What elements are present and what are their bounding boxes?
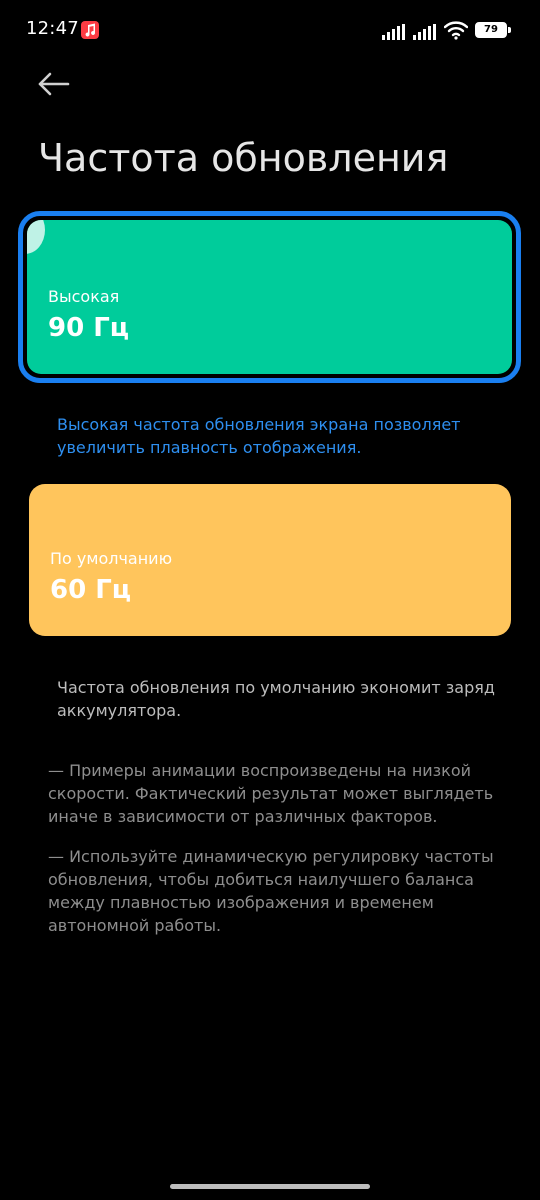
option-default-refresh-card[interactable]: По умолчанию 60 Гц <box>29 484 511 636</box>
battery-tip <box>508 27 511 33</box>
option-default-label: По умолчанию <box>50 549 173 568</box>
note-dynamic-refresh: — Используйте динамическую регулировку ч… <box>48 847 494 935</box>
cellular-signal-icon <box>413 24 438 40</box>
option-high-description: Высокая частота обновления экрана позвол… <box>57 415 461 457</box>
note-animation-speed: — Примеры анимации воспроизведены на низ… <box>48 761 494 826</box>
status-time: 12:47 <box>26 18 79 39</box>
page-title: Частота обновления <box>38 136 449 180</box>
music-app-icon <box>81 21 99 39</box>
back-arrow-icon <box>38 72 70 96</box>
animation-glow <box>27 220 45 254</box>
status-bar: 12:47 79 <box>0 0 540 60</box>
cellular-signal-icon <box>382 24 407 40</box>
option-default-value: 60 Гц <box>50 575 132 605</box>
option-high-refresh-card[interactable]: Высокая 90 Гц <box>27 220 512 374</box>
wifi-icon <box>443 20 469 40</box>
option-high-value: 90 Гц <box>48 313 130 343</box>
battery-level: 79 <box>484 24 498 35</box>
back-button[interactable] <box>30 64 78 104</box>
home-indicator[interactable] <box>170 1184 370 1189</box>
option-high-label: Высокая <box>48 287 120 306</box>
battery-icon: 79 <box>475 22 507 38</box>
option-default-description: Частота обновления по умолчанию экономит… <box>57 678 495 720</box>
